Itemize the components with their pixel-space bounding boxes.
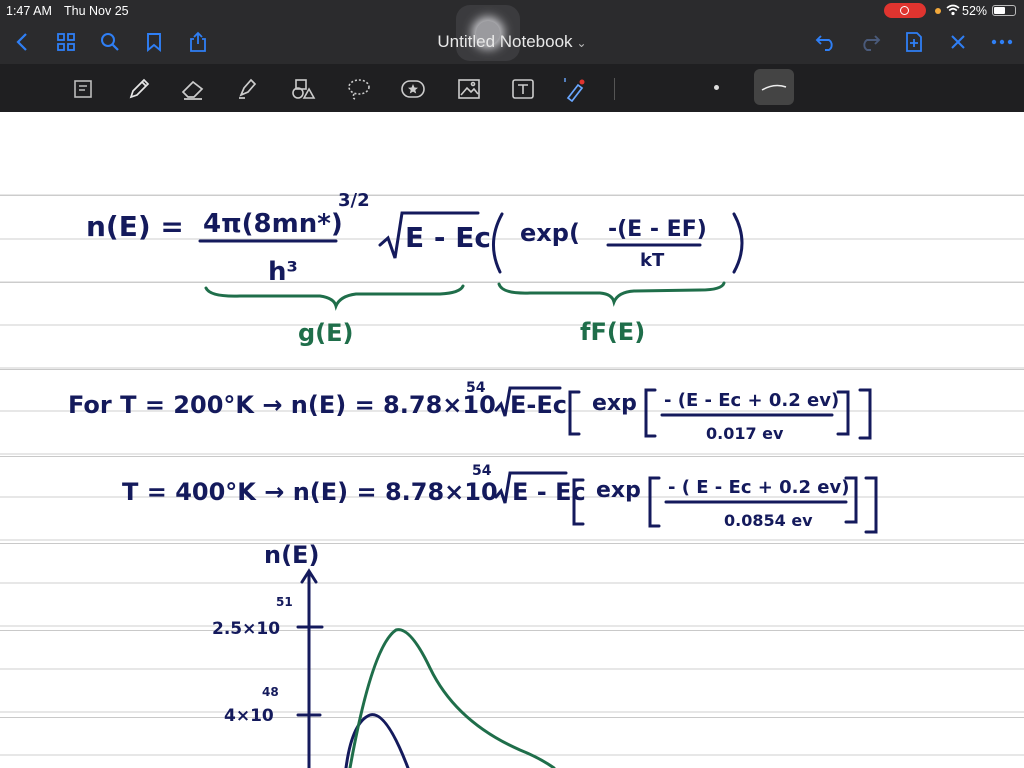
line2-exponent: 54 <box>466 380 486 396</box>
line3-bracket-close <box>864 476 878 534</box>
line3-denominator: 0.0854 ev <box>724 511 813 530</box>
graph-tick2-exp: 48 <box>262 685 279 699</box>
line2-sqrt-content: E-Ec <box>510 391 567 419</box>
graph-tick1-label: 2.5×10 <box>212 619 280 639</box>
close-icon[interactable] <box>944 28 972 56</box>
wifi-icon <box>946 4 960 16</box>
pen-size-option[interactable] <box>714 85 719 90</box>
graph-y-label: n(E) <box>264 541 319 569</box>
laser-pointer-icon[interactable] <box>560 74 590 104</box>
handwriting-canvas: n(E) = 4π(8mn*) 3/2 h³ E - Ec exp( -(E -… <box>0 190 1024 768</box>
line3-exp-word: exp <box>596 478 641 503</box>
line2-exp-word: exp <box>592 391 637 416</box>
status-date: Thu Nov 25 <box>64 4 129 18</box>
brace-f <box>497 281 726 307</box>
title-chevron-icon: ⌄ <box>576 36 587 50</box>
line2-inner-bracket-close <box>836 390 850 436</box>
graph-tick1-exp: 51 <box>276 595 293 609</box>
eq1-frac-num: -(E - EF) <box>608 217 707 242</box>
brace-g <box>204 284 465 311</box>
eq1-exp: exp( <box>520 219 580 247</box>
notebook-title-text: Untitled Notebook <box>437 32 573 51</box>
eraser-icon[interactable] <box>178 74 208 104</box>
nav-bar: Untitled Notebook ⌄ <box>0 22 1024 64</box>
graph-tick2-label: 4×10 <box>224 706 274 726</box>
lasso-icon[interactable] <box>344 74 374 104</box>
sticker-icon[interactable] <box>398 74 428 104</box>
line2-inner-bracket-open <box>644 388 657 438</box>
add-page-icon[interactable] <box>900 28 928 56</box>
line3-inner-bracket-open <box>648 476 661 528</box>
microphone-indicator-icon <box>935 8 941 14</box>
tool-bar <box>0 64 1024 112</box>
line2-denominator: 0.017 ev <box>706 424 784 443</box>
eq1-denominator: h³ <box>268 257 298 287</box>
app-chrome: 1:47 AM Thu Nov 25 52% Untitled Notebook… <box>0 0 1024 112</box>
highlighter-icon[interactable] <box>232 74 262 104</box>
line3-exponent: 54 <box>472 463 492 479</box>
shapes-icon[interactable] <box>288 74 318 104</box>
line2-bracket-close <box>858 388 872 440</box>
curve-400K <box>348 628 556 768</box>
scan-text-icon[interactable] <box>68 74 98 104</box>
screen-recording-icon[interactable] <box>884 3 926 18</box>
status-time: 1:47 AM <box>6 4 52 18</box>
line2-numerator: - (E - Ec + 0.2 ev) <box>664 390 839 411</box>
eq1-big-paren-close <box>732 212 744 274</box>
eq1-numerator: 4π(8mn*) <box>203 209 343 239</box>
label-f: fF(E) <box>580 318 645 346</box>
image-icon[interactable] <box>454 74 484 104</box>
line3-numerator: - ( E - Ec + 0.2 ev) <box>668 477 849 498</box>
eq1-lhs: n(E) = <box>86 210 184 243</box>
eq1-frac-den: kT <box>640 250 665 271</box>
battery-icon <box>992 5 1016 16</box>
eq1-big-paren-open <box>492 212 504 274</box>
pen-icon[interactable] <box>124 74 154 104</box>
eq1-exponent: 3/2 <box>338 190 370 211</box>
toolbar-divider <box>614 78 615 100</box>
label-g: g(E) <box>298 319 354 347</box>
redo-icon[interactable] <box>856 28 884 56</box>
line2-prefix: For T = 200°K → n(E) = 8.78×10 <box>68 391 496 419</box>
more-icon[interactable] <box>988 28 1016 56</box>
text-box-icon[interactable] <box>508 74 538 104</box>
pen-stroke-option[interactable] <box>754 69 794 105</box>
notebook-page[interactable]: n(E) = 4π(8mn*) 3/2 h³ E - Ec exp( -(E -… <box>0 112 1024 768</box>
eq1-sqrt-content: E - Ec <box>405 221 491 254</box>
line2-bracket-open <box>568 390 581 436</box>
battery-percent: 52% <box>962 4 988 18</box>
line3-prefix: T = 400°K → n(E) = 8.78×10 <box>122 478 498 506</box>
undo-icon[interactable] <box>812 28 840 56</box>
